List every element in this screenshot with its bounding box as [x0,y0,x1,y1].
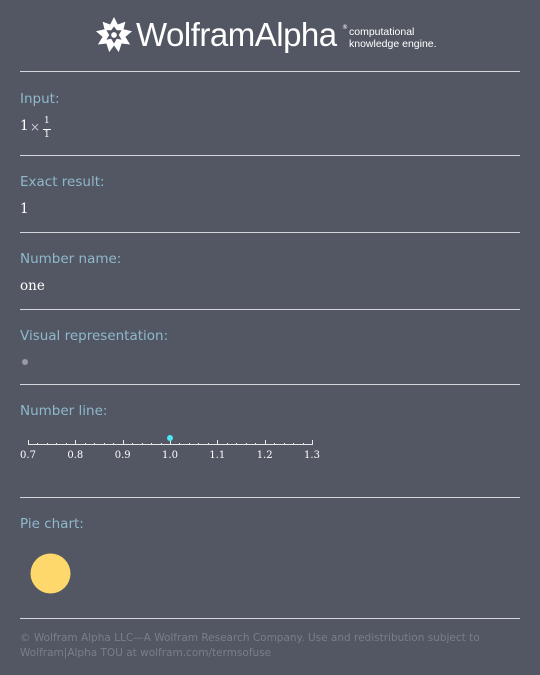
brand-name: WolframAlpha [136,16,337,53]
number-line-major-tick [217,440,218,445]
exact-result-value: 1 [20,201,29,217]
pie-chart [30,553,71,594]
number-line-major-tick [123,440,124,445]
number-line-minor-tick [104,443,105,445]
footer-line-2: Wolfram|Alpha TOU at wolfram.com/termsof… [20,647,272,659]
divider [20,71,520,72]
number-line-minor-tick [236,443,237,445]
tagline-line-1: computational [349,26,415,38]
number-line-minor-tick [132,443,133,445]
number-line-minor-tick [85,443,86,445]
pie-chart-title: Pie chart: [20,516,84,532]
number-line-minor-tick [303,443,304,445]
number-line-minor-tick [255,443,256,445]
number-line-title: Number line: [20,403,108,419]
input-pod-title: Input: [20,91,60,107]
footer-line-1: © Wolfram Alpha LLC—A Wolfram Research C… [20,632,480,644]
number-line-tick-label: 0.9 [114,450,131,461]
exact-result-title: Exact result: [20,174,105,190]
divider [20,618,520,619]
number-line-minor-tick [189,443,190,445]
divider [20,497,520,498]
number-line-minor-tick [47,443,48,445]
visual-representation-title: Visual representation: [20,328,169,344]
number-line-minor-tick [94,443,95,445]
number-line-minor-tick [284,443,285,445]
divider [20,232,520,233]
number-line-minor-tick [198,443,199,445]
tagline-line-2: knowledge engine. [349,38,437,50]
tagline: computational knowledge engine. [349,26,437,50]
number-line-tick-label: 1.0 [162,450,178,461]
registered-mark: ® [342,24,348,31]
number-name-title: Number name: [20,251,122,267]
number-line-major-tick [265,440,266,445]
number-line-minor-tick [208,443,209,445]
footer-legal-text: © Wolfram Alpha LLC—A Wolfram Research C… [20,631,500,661]
number-line-minor-tick [56,443,57,445]
fraction-numerator: 1 [44,116,50,126]
number-line-minor-tick [113,443,114,445]
number-name-value: one [20,278,45,294]
number-line-tick-label: 1.2 [256,450,273,461]
number-line-minor-tick [274,443,275,445]
number-line-major-tick [75,440,76,445]
number-line-minor-tick [293,443,294,445]
number-line-point [167,435,173,441]
wolfram-spikey-logo-icon [95,16,133,53]
times-operator: × [30,120,41,134]
number-line-minor-tick [66,443,67,445]
number-line-minor-tick [161,443,162,445]
number-line-major-tick [28,440,29,445]
number-line-tick-label: 0.7 [20,450,36,461]
number-line-minor-tick [246,443,247,445]
pie-slice [30,553,71,594]
number-line-tick-label: 1.3 [304,450,320,461]
number-line-minor-tick [179,443,180,445]
fraction-denominator: 1 [44,130,50,140]
input-lead: 1 [20,118,29,134]
number-line-minor-tick [151,443,152,445]
header: WolframAlpha ® computational knowledge e… [0,0,540,70]
number-line-tick-label: 1.1 [209,450,226,461]
number-line-minor-tick [142,443,143,445]
divider [20,309,520,310]
divider [20,155,520,156]
visual-dot [22,359,28,365]
number-line-major-tick [312,440,313,445]
number-line-minor-tick [37,443,38,445]
number-line-minor-tick [227,443,228,445]
divider [20,384,520,385]
number-line-tick-label: 0.8 [67,450,84,461]
